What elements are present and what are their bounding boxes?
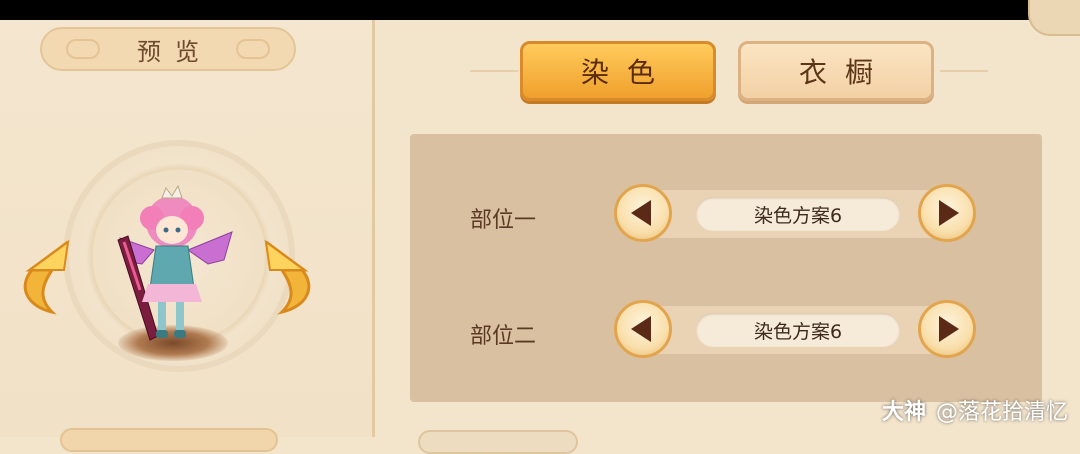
tab-dye-label: 染色 bbox=[580, 56, 673, 89]
rotate-right-icon[interactable] bbox=[256, 230, 322, 320]
tab-wardrobe[interactable]: 衣橱 bbox=[738, 41, 934, 101]
part-one-next-button[interactable] bbox=[918, 184, 976, 242]
part-two-next-button[interactable] bbox=[918, 300, 976, 358]
top-black-bar bbox=[0, 0, 1080, 20]
arrow-right-icon bbox=[939, 200, 959, 226]
divider bbox=[470, 70, 518, 72]
watermark: 大神 @落花拾清忆 bbox=[882, 394, 1068, 426]
part-one-prev-button[interactable] bbox=[614, 184, 672, 242]
arrow-left-icon bbox=[631, 200, 651, 226]
tab-wardrobe-label: 衣橱 bbox=[798, 56, 891, 89]
part-one-value: 染色方案6 bbox=[696, 197, 900, 231]
part-two-prev-button[interactable] bbox=[614, 300, 672, 358]
corner-close-tab[interactable] bbox=[1028, 0, 1080, 36]
arrow-left-icon bbox=[631, 316, 651, 342]
divider bbox=[940, 70, 988, 72]
tab-dye[interactable]: 染色 bbox=[520, 41, 716, 101]
bottom-button-left[interactable] bbox=[60, 428, 278, 452]
arrow-right-icon bbox=[939, 316, 959, 342]
part-two-value: 染色方案6 bbox=[696, 313, 900, 347]
rotate-left-icon[interactable] bbox=[12, 230, 78, 320]
watermark-handle: @落花拾清忆 bbox=[935, 400, 1068, 425]
preview-title: 预览 bbox=[137, 37, 213, 66]
cloud-ornament-icon bbox=[236, 39, 270, 59]
part-one-label: 部位一 bbox=[470, 208, 537, 233]
part-two-label: 部位二 bbox=[470, 324, 537, 349]
dye-panel bbox=[410, 134, 1042, 402]
character-model bbox=[117, 184, 233, 341]
preview-header: 预览 bbox=[40, 27, 296, 71]
bottom-button-right[interactable] bbox=[418, 430, 578, 454]
cloud-ornament-icon bbox=[66, 39, 100, 59]
watermark-brand: 大神 bbox=[881, 400, 926, 425]
